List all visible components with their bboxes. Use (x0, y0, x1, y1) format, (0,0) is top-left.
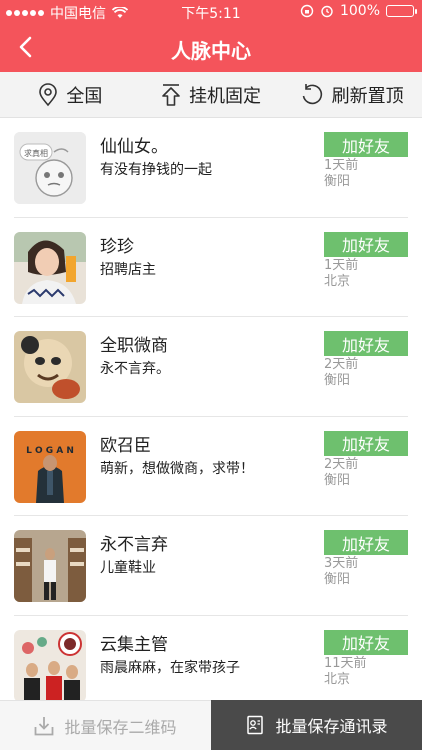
contact-list: 求真相 仙仙女。 有没有挣钱的一起 加好友 1天前 衡阳 珍珍 招聘店主 加好友… (0, 118, 422, 715)
contact-time: 1天前 (324, 158, 359, 173)
contact-location: 衡阳 (324, 472, 351, 488)
add-friend-button[interactable]: 加好友 (324, 132, 408, 157)
contact-time: 2天前 (324, 456, 359, 472)
contact-location: 北京 (324, 273, 351, 289)
contact-time: 3天前 (324, 556, 359, 571)
save-qr-codes-button[interactable]: 批量保存二维码 (0, 700, 211, 750)
list-item[interactable]: 全职微商 永不言弃。 加好友 2天前 衡阳 (0, 317, 422, 417)
refresh-top-label: 刷新置顶 (331, 85, 404, 107)
contact-name: 仙仙女。 (100, 137, 168, 157)
add-friend-button[interactable]: 加好友 (324, 629, 408, 655)
avatar (14, 331, 86, 403)
contact-location: 衡阳 (324, 174, 351, 189)
battery-percent: 100% (339, 3, 380, 19)
download-icon (35, 716, 54, 735)
region-filter-label: 全国 (66, 85, 103, 107)
battery-icon (386, 5, 417, 17)
location-pin-icon (39, 82, 58, 106)
toolbar: 全国 挂机固定 刷新置顶 (0, 72, 422, 118)
contact-time: 2天前 (324, 357, 359, 372)
add-friend-button[interactable]: 加好友 (324, 231, 408, 257)
add-friend-button[interactable]: 加好友 (324, 530, 408, 555)
contact-description: 雨晨麻麻，在家带孩子 (100, 659, 240, 676)
list-item[interactable]: L O G A N 欧召臣 萌新，想做微商，求带！ 加好友 2天前 衡阳 (0, 417, 422, 516)
contact-time: 1天前 (324, 257, 359, 273)
contact-description: 儿童鞋业 (100, 560, 156, 576)
list-item[interactable]: 珍珍 招聘店主 加好友 1天前 北京 (0, 218, 422, 317)
alarm-icon (321, 5, 333, 18)
page-title: 人脉中心 (171, 39, 251, 63)
contact-name: 云集主管 (100, 634, 168, 655)
region-filter-button[interactable]: 全国 (0, 72, 141, 117)
refresh-icon (302, 83, 322, 104)
add-friend-button[interactable]: 加好友 (324, 430, 408, 456)
contact-description: 萌新，想做微商，求带！ (100, 460, 254, 477)
contact-card-icon (247, 715, 264, 735)
avatar (14, 530, 86, 602)
contact-description: 招聘店主 (100, 261, 156, 278)
contact-location: 衡阳 (324, 373, 351, 388)
avatar: 求真相 (14, 132, 86, 204)
save-contacts-label: 批量保存通讯录 (275, 717, 388, 736)
pin-top-icon (162, 83, 180, 106)
contact-name: 全职微商 (100, 336, 168, 356)
header: 中国电信 下午5:11 100% 人脉中心 (0, 0, 422, 72)
refresh-top-button[interactable]: 刷新置顶 (281, 72, 422, 117)
orientation-lock-icon (300, 4, 314, 18)
contact-location: 北京 (324, 671, 351, 687)
svg-text:求真相: 求真相 (24, 148, 48, 158)
contact-name: 珍珍 (100, 236, 134, 257)
contact-name: 欧召臣 (100, 435, 151, 456)
nav-bar: 人脉中心 (0, 24, 422, 72)
svg-text:L O G A N: L O G A N (26, 446, 74, 456)
contact-location: 衡阳 (324, 572, 351, 587)
save-qr-codes-label: 批量保存二维码 (64, 717, 177, 737)
avatar (14, 629, 86, 702)
save-contacts-button[interactable]: 批量保存通讯录 (211, 700, 422, 750)
add-friend-button[interactable]: 加好友 (324, 331, 408, 356)
contact-time: 11天前 (324, 655, 367, 671)
contact-description: 有没有挣钱的一起 (100, 162, 212, 178)
contact-name: 永不言弃 (100, 535, 168, 555)
status-bar: 中国电信 下午5:11 100% (0, 0, 422, 24)
avatar: L O G A N (14, 430, 86, 503)
pin-fixed-button[interactable]: 挂机固定 (141, 72, 282, 117)
bottom-action-bar: 批量保存二维码 批量保存通讯录 (0, 700, 422, 750)
avatar (14, 231, 86, 304)
contact-description: 永不言弃。 (100, 361, 170, 377)
list-item[interactable]: 求真相 仙仙女。 有没有挣钱的一起 加好友 1天前 衡阳 (0, 118, 422, 218)
list-item[interactable]: 永不言弃 儿童鞋业 加好友 3天前 衡阳 (0, 516, 422, 616)
pin-fixed-label: 挂机固定 (189, 85, 261, 107)
